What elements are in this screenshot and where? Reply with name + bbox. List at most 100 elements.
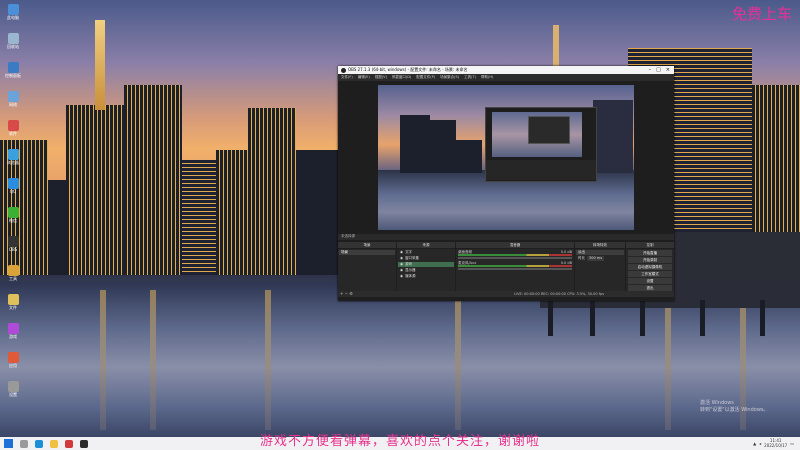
start-streaming-button[interactable]: 开始直播 <box>628 250 672 256</box>
skyline-spire <box>553 25 559 70</box>
volume-fader[interactable] <box>458 257 572 259</box>
obs-statusbar: + − ⚙ LIVE: 00:00:00 REC: 00:00:00 CPU: … <box>338 291 674 297</box>
menu-view[interactable]: 视图(V) <box>375 75 387 80</box>
studio-mode-button[interactable]: 工作室模式 <box>628 271 672 277</box>
add-icon[interactable]: + <box>340 291 343 296</box>
source-label: 窗口采集 <box>405 256 420 260</box>
app-icon <box>7 236 19 247</box>
desktop-icon[interactable]: 浏览器 <box>2 149 24 165</box>
skyline-building <box>674 232 800 280</box>
preview-nested-docks <box>486 160 596 180</box>
desktop-icon[interactable]: 软件 <box>2 120 24 136</box>
preview-building <box>400 115 430 173</box>
desktop-icon[interactable]: 回收站 <box>2 33 24 49</box>
maximize-icon[interactable]: □ <box>656 67 661 73</box>
app-icon <box>7 62 19 73</box>
gear-icon[interactable]: ⚙ <box>349 291 353 296</box>
volume-meter <box>458 254 572 256</box>
virtual-camera-button[interactable]: 启动虚拟摄像机 <box>628 264 672 270</box>
transitions-dock: 淡出 时长 300 ms <box>575 249 625 291</box>
preview-nested-window <box>528 116 570 144</box>
watermark-top: 免费上车 <box>731 5 792 23</box>
duration-input[interactable]: 300 ms <box>587 256 605 261</box>
source-item[interactable]: ◉ 文字 <box>398 250 454 255</box>
menu-file[interactable]: 文件(F) <box>341 75 353 80</box>
source-label: 显示器 <box>405 268 416 272</box>
controls-dock: 开始直播 开始录制 启动虚拟摄像机 工作室模式 设置 退出 <box>626 249 674 291</box>
eye-icon[interactable]: ◉ <box>400 250 403 255</box>
desktop-icon-label: 软件 <box>9 131 17 136</box>
minimize-icon[interactable]: – <box>649 67 652 73</box>
menu-docks[interactable]: 停靠窗口(D) <box>392 75 411 80</box>
obs-preview-canvas[interactable] <box>378 85 634 230</box>
desktop-icon-label: 此电脑 <box>7 15 19 20</box>
preview-building <box>430 120 456 173</box>
app-icon <box>7 149 19 160</box>
channel-name: 桌面音频 <box>458 250 472 254</box>
water-reflection <box>150 290 156 430</box>
desktop-icon[interactable]: 控制面板 <box>2 62 24 78</box>
sources-dock: ◉ 文字 ◉ 窗口采集 ◉ 游戏 ◉ 显示器 ◉ 媒体源 <box>397 249 455 291</box>
menu-scene-collection[interactable]: 场景集合(S) <box>440 75 459 80</box>
scene-item[interactable]: 场景 <box>339 250 395 255</box>
volume-fader[interactable] <box>458 268 572 270</box>
water-reflection <box>455 290 461 430</box>
app-icon <box>7 381 19 392</box>
source-item[interactable]: ◉ 游戏 <box>398 262 454 267</box>
eye-icon[interactable]: ◉ <box>400 256 403 261</box>
activate-windows-notice: 激活 Windows 转到"设置"以激活 Windows。 <box>700 400 769 414</box>
transition-select[interactable]: 淡出 <box>576 250 624 255</box>
app-icon <box>7 207 19 218</box>
eye-icon[interactable]: ◉ <box>400 274 403 279</box>
duration-label: 时长 <box>578 256 585 260</box>
menu-edit[interactable]: 编辑(E) <box>358 75 370 80</box>
preview-building <box>456 140 482 173</box>
desktop-icon[interactable]: 网络 <box>2 91 24 107</box>
source-item[interactable]: ◉ 窗口采集 <box>398 256 454 261</box>
eye-icon[interactable]: ◉ <box>400 268 403 273</box>
obs-titlebar[interactable]: OBS 27.1.3 (64-bit, windows) - 配置文件: 未命名… <box>338 66 674 74</box>
pier-post <box>760 300 765 336</box>
desktop-icon-label: 控制面板 <box>5 73 21 78</box>
desktop-icon-label: 网络 <box>9 102 17 107</box>
skyline-building <box>48 180 66 275</box>
desktop-icon-label: 设置 <box>9 392 17 397</box>
source-label: 游戏 <box>405 262 413 266</box>
desktop-icon[interactable]: 游戏 <box>2 323 24 339</box>
desktop-icon-label: 微信 <box>9 218 17 223</box>
start-recording-button[interactable]: 开始录制 <box>628 257 672 263</box>
desktop-icon[interactable]: 工具 <box>2 265 24 281</box>
close-icon[interactable]: × <box>666 67 670 73</box>
desktop-icon[interactable]: QQ <box>2 178 24 194</box>
desktop-icon[interactable]: 此电脑 <box>2 4 24 20</box>
desktop-icon[interactable]: 应用 <box>2 352 24 368</box>
channel-db: 0.0 dB <box>560 261 572 265</box>
source-item[interactable]: ◉ 媒体源 <box>398 274 454 279</box>
desktop-icon[interactable]: 微信 <box>2 207 24 223</box>
desktop-icon[interactable]: 文件 <box>2 294 24 310</box>
eye-icon[interactable]: ◉ <box>400 262 403 267</box>
preview-nested-obs <box>485 107 597 182</box>
remove-icon[interactable]: − <box>345 291 348 296</box>
app-icon <box>7 33 19 44</box>
water-reflection <box>265 290 271 430</box>
settings-button[interactable]: 设置 <box>628 278 672 284</box>
menu-help[interactable]: 帮助(H) <box>481 75 493 80</box>
skyline-building <box>296 150 338 275</box>
desktop-icon-label: 工具 <box>9 276 17 281</box>
skyline-building <box>216 150 248 275</box>
desktop-icon[interactable]: 设置 <box>2 381 24 397</box>
pier-post <box>700 300 705 336</box>
desktop-icon-label: OBS <box>8 247 18 252</box>
dock-header-mixer: 混音器 <box>456 242 574 248</box>
menu-profile[interactable]: 配置文件(P) <box>416 75 435 80</box>
source-item[interactable]: ◉ 显示器 <box>398 268 454 273</box>
menu-tools[interactable]: 工具(T) <box>464 75 476 80</box>
obs-window[interactable]: OBS 27.1.3 (64-bit, windows) - 配置文件: 未命名… <box>338 66 674 301</box>
app-icon <box>7 323 19 334</box>
dock-header-sources: 来源 <box>397 242 455 248</box>
source-label: 文字 <box>405 250 413 254</box>
app-icon <box>7 352 19 363</box>
desktop-icon[interactable]: OBS <box>2 236 24 252</box>
source-label: 媒体源 <box>405 274 416 278</box>
